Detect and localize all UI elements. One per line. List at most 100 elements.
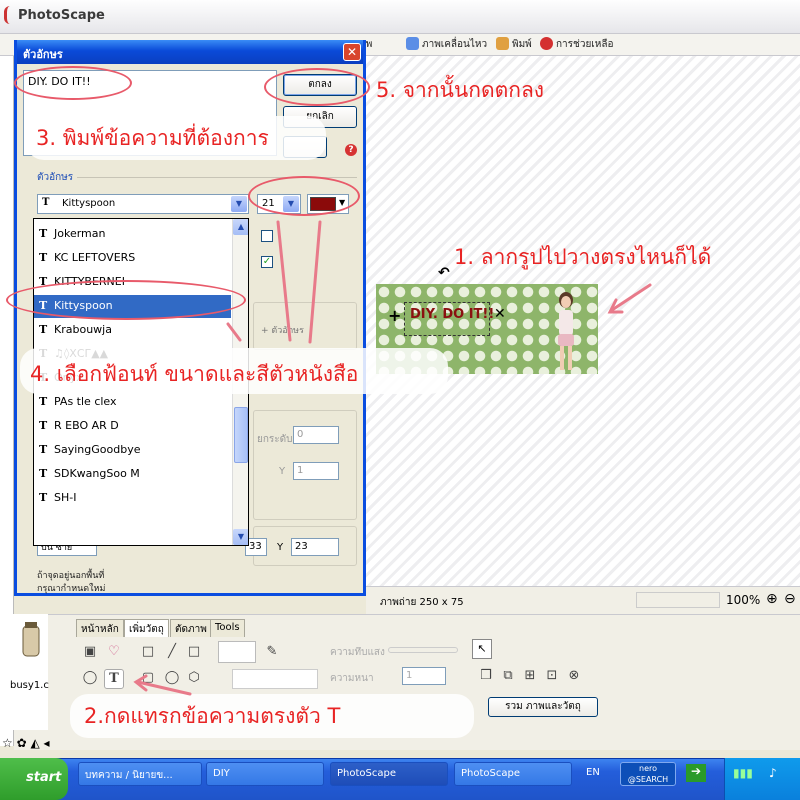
font-list-item-label: PAs tle clex — [54, 395, 117, 408]
font-list-item-label: Krabouwja — [54, 323, 112, 336]
delete-object-icon[interactable]: ⊗ — [564, 667, 584, 687]
tab-tools[interactable]: Tools — [210, 619, 245, 637]
system-tray: ▮▮▮ ♪ — [724, 758, 800, 800]
thumbnail-label: busy1.c — [10, 680, 49, 691]
y-input-top[interactable]: 1 — [293, 462, 339, 480]
taskbar-item-browser[interactable]: บทความ / นิยายข... — [78, 762, 202, 786]
move-handle-icon[interactable]: + — [388, 306, 401, 325]
add-font-link[interactable]: + ตัวอักษร — [261, 323, 304, 337]
zoom-in-icon[interactable]: ⊕ — [766, 591, 778, 607]
menu-tab-print[interactable]: พิมพ์ — [496, 37, 532, 53]
scroll-thumb[interactable] — [234, 407, 248, 463]
photoscape-logo-icon — [4, 6, 16, 24]
step1-annotation: 1. ลากรูปไปวางตรงไหนก็ได้ — [454, 245, 712, 269]
rectangle-tool-icon[interactable]: □ — [138, 643, 158, 663]
taskbar-item-photoscape-2[interactable]: PhotoScape — [454, 762, 572, 786]
select-cursor-icon[interactable]: ↖ — [472, 639, 492, 659]
menu-tab-help-label: การช่วยเหลือ — [556, 39, 614, 50]
position-note-line1: ถ้าจุดอยู่นอกพื้นที่ — [37, 571, 105, 581]
scroll-up-icon[interactable]: ▲ — [233, 219, 248, 235]
opacity-slider[interactable] — [388, 647, 458, 653]
font-type-icon: T — [42, 197, 50, 208]
step2-annotation: 2.กดแทรกข้อความตรงตัว T — [84, 704, 341, 728]
duplicate-icon[interactable]: ⧉ — [498, 667, 518, 687]
color-selector[interactable] — [218, 641, 256, 663]
tab-add-object[interactable]: เพิ่มวัตถุ — [124, 619, 169, 637]
tab-home[interactable]: หน้าหลัก — [76, 619, 124, 637]
font-list-item[interactable]: T Jokerman — [34, 223, 231, 246]
highlight-oval-text — [14, 66, 132, 100]
font-list-item[interactable]: T SH-I — [34, 487, 231, 510]
font-list-item-label: R EBO AR D — [54, 419, 119, 432]
highlight-oval-ok — [264, 68, 370, 106]
taskbar-item-photoscape-1[interactable]: PhotoScape — [330, 762, 448, 786]
favorites-star-icon[interactable]: ☆ ✿ ◭ ◂ — [2, 736, 50, 750]
dialog-title: ตัวอักษร — [23, 48, 63, 61]
status-bar: ภาพถ่าย 250 x 75 100% ⊕ ⊖ — [366, 586, 800, 614]
antialias-checkbox[interactable]: ✓ — [261, 256, 273, 268]
help-icon — [540, 37, 553, 50]
sticker-heart-icon[interactable]: ♡ — [104, 643, 124, 663]
forward-arrow-icon[interactable]: ➔ — [686, 764, 706, 782]
network-signal-icon[interactable]: ▮▮▮ — [733, 766, 753, 780]
step5-annotation: 5. จากนั้นกดตกลง — [376, 78, 545, 102]
close-object-icon[interactable]: ✕ — [494, 306, 506, 322]
rounded-rect-tool-icon[interactable]: ▢ — [138, 669, 158, 689]
scroll-down-icon[interactable]: ▼ — [233, 529, 248, 545]
volume-icon[interactable]: ♪ — [769, 766, 777, 780]
text-tool-icon[interactable]: T — [104, 669, 124, 689]
bold-checkbox[interactable] — [261, 230, 273, 242]
banner-text[interactable]: DIY. DO IT!! — [410, 307, 494, 322]
group-icon[interactable]: ⊞ — [520, 667, 540, 687]
font-list-item-label: KC LEFTOVERS — [54, 251, 136, 264]
font-type-icon: T — [39, 443, 48, 456]
zoom-tools[interactable] — [636, 592, 720, 608]
font-list-item[interactable]: T KC LEFTOVERS — [34, 247, 231, 270]
font-list-item[interactable]: T SDKwangSoo M — [34, 463, 231, 486]
y-input-bottom[interactable]: 23 — [291, 538, 339, 556]
opacity-level-input[interactable]: 0 — [293, 426, 339, 444]
thickness-input[interactable]: 1 — [402, 667, 446, 685]
menu-tab-help[interactable]: การช่วยเหลือ — [540, 37, 613, 53]
font-type-icon: T — [39, 395, 48, 408]
image-size-status: ภาพถ่าย 250 x 75 — [380, 597, 464, 608]
taskbar-item-folder[interactable]: DIY — [206, 762, 324, 786]
eyedropper-icon[interactable]: ✎ — [262, 643, 282, 663]
rotate-handle-icon[interactable]: ↶ — [438, 265, 450, 281]
font-list-item[interactable]: T Krabouwja — [34, 319, 231, 342]
menu-tab-animation[interactable]: ภาพเคลื่อนไหว — [406, 37, 487, 53]
thickness-label: ความหนา — [330, 673, 374, 684]
font-type-icon: T — [39, 323, 48, 336]
merge-button[interactable]: รวม ภาพและวัตถุ — [488, 697, 598, 717]
chevron-down-icon[interactable]: ▼ — [231, 196, 247, 212]
ungroup-icon[interactable]: ⊡ — [542, 667, 562, 687]
menu-tab-animation-label: ภาพเคลื่อนไหว — [422, 39, 488, 50]
nero-search-box[interactable]: nero @SEARCH — [620, 762, 676, 786]
font-list-item[interactable]: T SayingGoodbye — [34, 439, 231, 462]
highlight-oval-size-color — [248, 176, 360, 216]
font-list-item-label: SDKwangSoo M — [54, 467, 140, 480]
zoom-out-icon[interactable]: ⊖ — [784, 591, 796, 607]
font-list-item-label: Jokerman — [54, 227, 106, 240]
photo-insert-icon[interactable]: ▣ — [80, 643, 100, 663]
font-list-item[interactable]: T R EBO AR D — [34, 415, 231, 438]
circle-tool-icon[interactable]: ◯ — [162, 669, 182, 689]
style-select[interactable] — [232, 669, 318, 689]
close-icon[interactable]: ✕ — [343, 43, 361, 61]
jar-thumbnail-icon[interactable] — [18, 620, 44, 660]
step3-annotation: 3. พิมพ์ข้อความที่ต้องการ — [36, 126, 269, 150]
line-tool-icon[interactable]: ╱ — [162, 643, 182, 663]
font-family-select[interactable]: T Kittyspoon ▼ — [37, 194, 249, 214]
font-list-item[interactable]: T PAs tle clex — [34, 391, 231, 414]
layer-icon[interactable]: ❒ — [476, 667, 496, 687]
zoom-level: 100% — [726, 593, 761, 607]
help-icon[interactable]: ? — [345, 144, 357, 156]
dialog-titlebar — [17, 40, 363, 64]
font-group-label: ตัวอักษร — [37, 172, 74, 183]
speech-bubble-icon[interactable]: ◯ — [80, 669, 100, 689]
tab-crop[interactable]: ตัดภาพ — [170, 619, 212, 637]
language-indicator[interactable]: EN — [586, 767, 600, 778]
start-button[interactable]: start — [0, 758, 68, 800]
polygon-tool-icon[interactable]: ⬡ — [184, 669, 204, 689]
square-tool-icon[interactable]: □ — [184, 643, 204, 663]
